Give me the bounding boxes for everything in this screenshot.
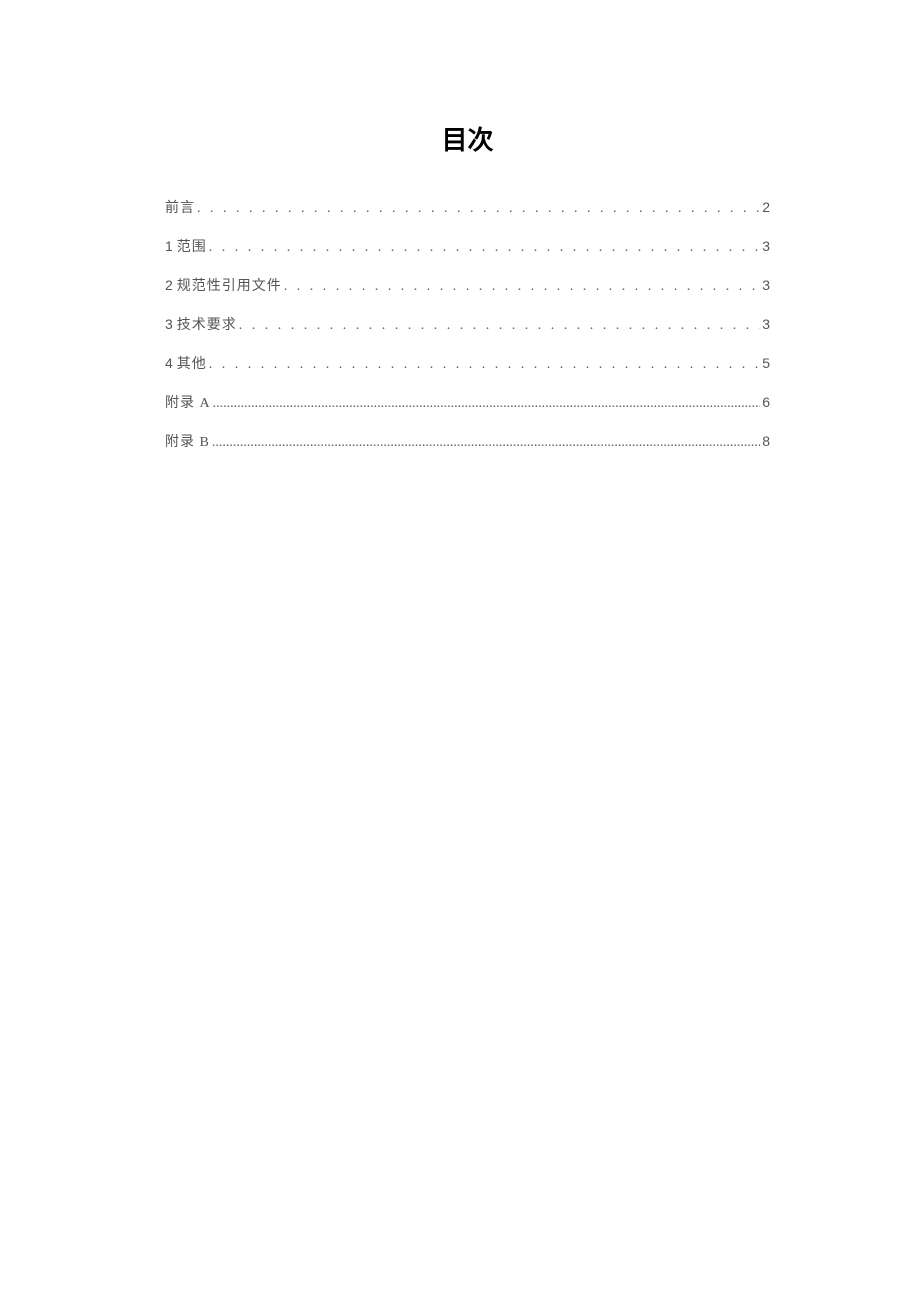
toc-leader-dots: ........................................… [213,396,761,412]
toc-entry-text: 规范性引用文件 [177,279,282,294]
toc-entry-text: 附录 A [165,396,211,411]
toc-entry-label: 前言 [165,197,195,217]
toc-entry-page: 5 [762,355,770,371]
toc-leader-dots: ........................................… [212,435,760,451]
toc-entry: 4其他. . . . . . . . . . . . . . . . . . .… [165,353,770,373]
toc-entry: 前言. . . . . . . . . . . . . . . . . . . … [165,197,770,217]
toc-entry-label: 4其他 [165,353,207,373]
toc-entry-text: 前言 [165,201,195,216]
toc-entry-page: 3 [762,277,770,293]
toc-entry-page: 3 [762,238,770,254]
toc-entry-number: 3 [165,316,174,332]
toc-leader-dots: . . . . . . . . . . . . . . . . . . . . … [239,318,760,334]
document-page: 目次 前言. . . . . . . . . . . . . . . . . .… [0,0,920,451]
toc-entry: 3技术要求. . . . . . . . . . . . . . . . . .… [165,314,770,334]
toc-entry-label: 1范围 [165,236,207,256]
toc-entry: 附录 B....................................… [165,431,770,451]
toc-entry: 2规范性引用文件. . . . . . . . . . . . . . . . … [165,275,770,295]
toc-entry: 附录 A....................................… [165,392,770,412]
toc-entry-text: 附录 B [165,435,210,450]
toc-entry-number: 4 [165,355,174,371]
toc-leader-dots: . . . . . . . . . . . . . . . . . . . . … [197,201,760,217]
toc-entry-number: 2 [165,277,174,293]
toc-entry-label: 附录 B [165,431,210,451]
toc-entry-label: 2规范性引用文件 [165,275,282,295]
toc-entry-label: 附录 A [165,392,211,412]
toc-leader-dots: . . . . . . . . . . . . . . . . . . . . … [209,357,760,373]
toc-entry-text: 技术要求 [177,318,237,333]
toc-entry-text: 其他 [177,357,207,372]
toc-entry-page: 6 [762,394,770,410]
toc-entry-label: 3技术要求 [165,314,237,334]
toc-entry-page: 2 [762,199,770,215]
toc-entry-page: 8 [762,433,770,449]
toc-list: 前言. . . . . . . . . . . . . . . . . . . … [165,197,770,451]
toc-title: 目次 [165,120,770,157]
toc-entry-text: 范围 [177,240,207,255]
toc-entry-page: 3 [762,316,770,332]
toc-leader-dots: . . . . . . . . . . . . . . . . . . . . … [284,279,760,295]
toc-leader-dots: . . . . . . . . . . . . . . . . . . . . … [209,240,760,256]
toc-entry-number: 1 [165,238,174,254]
toc-entry: 1范围. . . . . . . . . . . . . . . . . . .… [165,236,770,256]
